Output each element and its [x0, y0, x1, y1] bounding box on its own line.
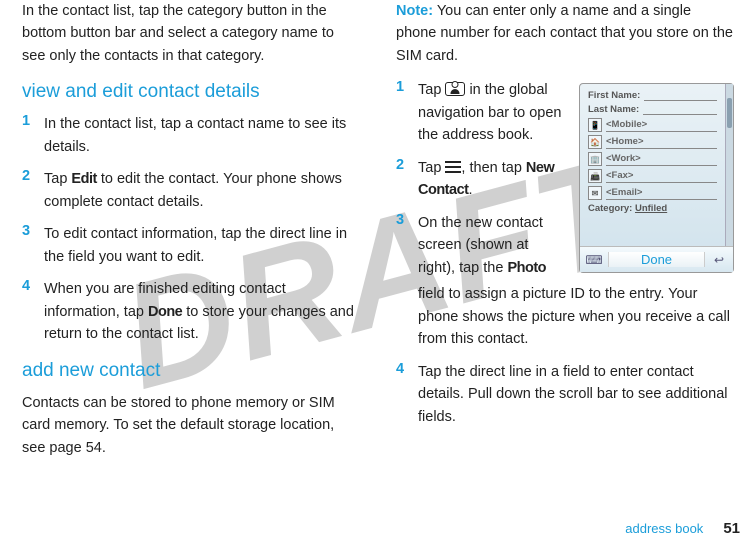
step-row: 2 Tap Edit to edit the contact. Your pho… — [22, 168, 360, 213]
keypad-icon[interactable]: ⌨ — [580, 253, 608, 267]
phone-bottom-bar: ⌨ Done ↩ — [580, 246, 733, 272]
fax-row[interactable]: 📠 <Fax> — [588, 169, 717, 183]
step-number: 4 — [396, 361, 418, 428]
step-row: 1 In the contact list, tap a contact nam… — [22, 113, 360, 158]
mobile-row[interactable]: 📱 <Mobile> — [588, 118, 717, 132]
heading-view-edit: view and edit contact details — [22, 81, 360, 103]
home-row[interactable]: 🏠 <Home> — [588, 135, 717, 149]
contacts-icon — [445, 82, 465, 96]
narrow-steps: 1 Tap in the global navigation bar to op… — [396, 79, 569, 289]
left-column: In the contact list, tap the category bu… — [12, 0, 378, 545]
note-label: Note: — [396, 3, 433, 19]
step-text: To edit contact information, tap the dir… — [44, 223, 360, 268]
category-value[interactable]: Unfiled — [635, 203, 667, 214]
email-row[interactable]: ✉ <Email> — [588, 186, 717, 200]
step-text: Tap the direct line in a field to enter … — [418, 361, 734, 428]
work-icon: 🏢 — [588, 152, 602, 166]
step-number: 1 — [396, 79, 418, 146]
heading-add-contact: add new contact — [22, 360, 360, 382]
text: Tap — [418, 160, 445, 176]
menu-icon — [445, 161, 461, 173]
bold-label: Photo — [507, 260, 546, 276]
step-row: 3 To edit contact information, tap the d… — [22, 223, 360, 268]
work-row[interactable]: 🏢 <Work> — [588, 152, 717, 166]
done-button[interactable]: Done — [608, 252, 705, 267]
step-text: Tap Edit to edit the contact. Your phone… — [44, 168, 360, 213]
email-field[interactable]: <Email> — [606, 187, 717, 200]
step-row: 1 Tap in the global navigation bar to op… — [396, 79, 569, 146]
add-contact-paragraph: Contacts can be stored to phone memory o… — [22, 392, 360, 459]
step-row: 4 When you are finished editing contact … — [22, 278, 360, 345]
step-text: On the new contact screen (shown at righ… — [418, 212, 569, 279]
bold-label: Done — [148, 304, 182, 320]
back-icon[interactable]: ↩ — [705, 253, 733, 267]
step-number: 3 — [396, 212, 418, 279]
step-number: 4 — [22, 278, 44, 345]
text: Tap — [418, 82, 445, 98]
category-row[interactable]: Category: Unfiled — [588, 203, 717, 214]
first-name-label: First Name: — [588, 90, 640, 101]
phone-body: First Name: Last Name: 📱 <Mobile> � — [580, 84, 725, 246]
text: . — [468, 182, 472, 198]
first-name-field[interactable] — [644, 91, 717, 101]
work-field[interactable]: <Work> — [606, 153, 717, 166]
step-text: When you are finished editing contact in… — [44, 278, 360, 345]
last-name-row[interactable]: Last Name: — [588, 104, 717, 115]
steps-with-mock: 1 Tap in the global navigation bar to op… — [396, 79, 734, 289]
phone-screenshot-mock: First Name: Last Name: 📱 <Mobile> � — [579, 83, 734, 273]
step-number-spacer — [396, 283, 418, 350]
phone-scrollbar[interactable] — [725, 84, 733, 246]
scrollbar-thumb[interactable] — [727, 98, 732, 128]
text: field to assign a picture ID to the entr… — [418, 286, 730, 347]
home-icon: 🏠 — [588, 135, 602, 149]
note-text: You can enter only a name and a single p… — [396, 3, 733, 64]
step-number: 2 — [396, 157, 418, 202]
mobile-icon: 📱 — [588, 118, 602, 132]
step-row: 2 Tap , then tap New Contact. — [396, 157, 569, 202]
step-text: field to assign a picture ID to the entr… — [418, 283, 734, 350]
last-name-label: Last Name: — [588, 104, 639, 115]
last-name-field[interactable] — [643, 105, 717, 115]
step-row: 4 Tap the direct line in a field to ente… — [396, 361, 734, 428]
right-column: Note: You can enter only a name and a si… — [378, 0, 744, 545]
page-content: In the contact list, tap the category bu… — [0, 0, 756, 545]
first-name-row[interactable]: First Name: — [588, 90, 717, 101]
intro-paragraph: In the contact list, tap the category bu… — [22, 0, 360, 67]
text: Tap — [44, 171, 71, 187]
step-text: Tap , then tap New Contact. — [418, 157, 569, 202]
step-number: 2 — [22, 168, 44, 213]
mobile-field[interactable]: <Mobile> — [606, 119, 717, 132]
step-number: 1 — [22, 113, 44, 158]
home-field[interactable]: <Home> — [606, 136, 717, 149]
step-text: In the contact list, tap a contact name … — [44, 113, 360, 158]
fax-icon: 📠 — [588, 169, 602, 183]
step-row: 3 On the new contact screen (shown at ri… — [396, 212, 569, 279]
note-paragraph: Note: You can enter only a name and a si… — [396, 0, 734, 67]
fax-field[interactable]: <Fax> — [606, 170, 717, 183]
step-row-continued: field to assign a picture ID to the entr… — [396, 283, 734, 350]
step-number: 3 — [22, 223, 44, 268]
bold-label: Edit — [71, 171, 96, 187]
category-label: Category: — [588, 203, 632, 214]
email-icon: ✉ — [588, 186, 602, 200]
step-text: Tap in the global navigation bar to open… — [418, 79, 569, 146]
text: , then tap — [461, 160, 526, 176]
